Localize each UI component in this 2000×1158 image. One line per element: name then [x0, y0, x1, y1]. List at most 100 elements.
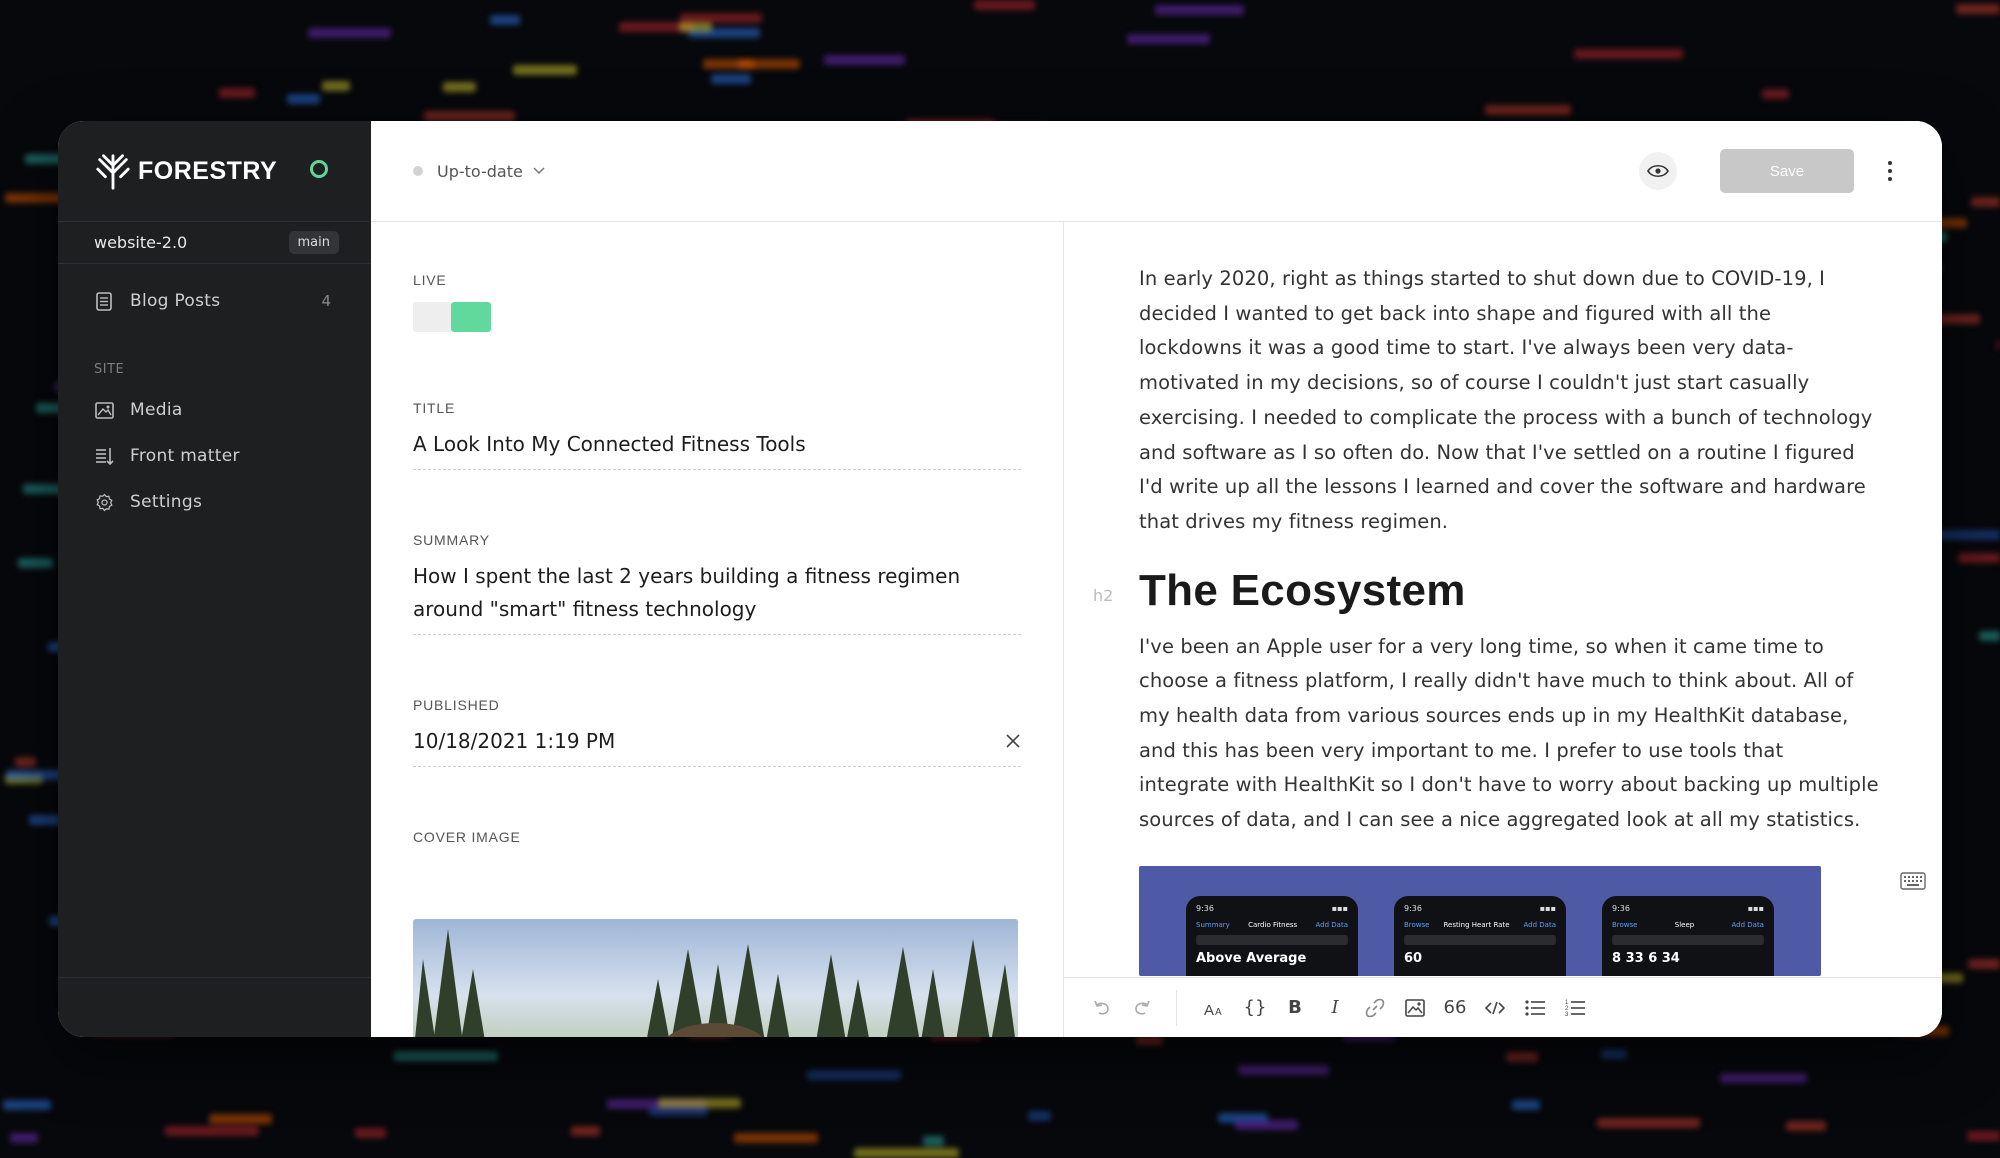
inline-code-icon[interactable]	[1475, 988, 1515, 1028]
code-streak	[974, 0, 1035, 10]
status-dot-icon	[413, 166, 423, 176]
phone-signal: ▪▪▪	[1331, 903, 1348, 913]
phone-time: 9:36	[1612, 903, 1630, 913]
undo-icon[interactable]	[1082, 988, 1122, 1028]
code-streak	[1958, 553, 2000, 563]
title-field[interactable]: A Look Into My Connected Fitness Tools	[413, 428, 1021, 470]
code-streak	[394, 1051, 498, 1061]
sidebar-item-settings[interactable]: Settings	[58, 479, 371, 525]
published-field[interactable]: 10/18/2021 1:19 PM	[413, 725, 1021, 767]
live-toggle[interactable]	[413, 302, 491, 332]
sync-status-icon[interactable]	[310, 160, 328, 178]
link-icon[interactable]	[1355, 988, 1395, 1028]
italic-icon[interactable]: I	[1315, 988, 1355, 1028]
inline-image[interactable]: 9:36 ▪▪▪ Summary Cardio Fitness Add Data Ab…	[1139, 865, 1821, 976]
code-streak	[3, 1100, 51, 1110]
bold-icon[interactable]: B	[1275, 988, 1315, 1028]
more-options-icon[interactable]	[1880, 161, 1900, 181]
code-streak	[711, 74, 751, 84]
code-streak	[18, 558, 53, 568]
code-streak	[355, 1128, 386, 1138]
summary-field[interactable]: How I spent the last 2 years building a …	[413, 560, 1021, 635]
published-label: PUBLISHED	[413, 697, 500, 713]
code-streak	[513, 65, 577, 75]
forestry-logo-icon	[96, 154, 130, 190]
code-streak	[1485, 105, 1571, 115]
document-icon	[94, 291, 114, 311]
content-editor[interactable]: In early 2020, right as things started t…	[1064, 222, 1942, 1037]
code-block-icon[interactable]: {}	[1235, 988, 1275, 1028]
phone-screenshot: 9:36 ▪▪▪ Browse Resting Heart Rate Add Data…	[1394, 895, 1566, 976]
code-streak	[1238, 1065, 1329, 1075]
phone-back-link: Browse	[1404, 920, 1430, 929]
code-streak	[10, 1133, 38, 1143]
code-streak	[443, 82, 476, 92]
repo-selector[interactable]: website-2.0 main	[58, 221, 371, 264]
code-streak	[1762, 89, 1789, 99]
editor-heading[interactable]: The Ecosystem	[1139, 566, 1879, 616]
sidebar-item-front-matter[interactable]: Front matter	[58, 433, 371, 479]
code-streak	[219, 88, 255, 98]
save-button[interactable]: Save	[1720, 149, 1854, 193]
toggle-track	[413, 302, 451, 332]
editor-paragraph[interactable]: I've been an Apple user for a very long …	[1139, 630, 1879, 838]
text-size-icon[interactable]: AA	[1195, 988, 1235, 1028]
toolbar-divider	[1176, 989, 1177, 1026]
code-streak	[308, 28, 391, 38]
phone-screenshot: 9:36 ▪▪▪ Summary Cardio Fitness Add Data Ab…	[1186, 895, 1358, 976]
code-streak	[824, 55, 905, 65]
code-streak	[1934, 530, 2000, 540]
sidebar-item-media[interactable]: Media	[58, 387, 371, 433]
code-streak	[679, 22, 712, 32]
code-streak	[703, 59, 754, 69]
numbered-list-icon[interactable]: 123	[1555, 988, 1595, 1028]
sidebar-item-label: Media	[130, 400, 183, 420]
code-streak	[165, 1126, 259, 1136]
code-streak	[1028, 1111, 1051, 1121]
phone-action: Add Data	[1315, 920, 1349, 929]
code-streak	[490, 15, 520, 25]
heading-block[interactable]: h2 The Ecosystem	[1093, 566, 1879, 616]
code-streak	[734, 1133, 818, 1143]
close-icon[interactable]	[1005, 733, 1021, 749]
code-streak	[923, 1136, 944, 1146]
quote-icon[interactable]: 66	[1435, 988, 1475, 1028]
editor-body[interactable]: In early 2020, right as things started t…	[1093, 262, 1879, 976]
phone-action: Add Data	[1523, 920, 1557, 929]
code-streak	[322, 81, 350, 91]
front-matter-panel: LIVE TITLE A Look Into My Connected Fitn…	[371, 222, 1064, 1037]
content-area: LIVE TITLE A Look Into My Connected Fitn…	[371, 222, 1942, 1037]
svg-text:A: A	[1215, 1007, 1222, 1016]
cover-image[interactable]	[413, 919, 1018, 1037]
document-status-dropdown[interactable]: Up-to-date	[413, 162, 545, 181]
phone-signal: ▪▪▪	[1539, 903, 1556, 913]
sidebar-item-blog-posts[interactable]: Blog Posts 4	[58, 278, 371, 324]
code-streak	[1971, 197, 2000, 207]
code-streak	[1968, 959, 2000, 969]
code-streak	[1574, 49, 1683, 59]
repo-name: website-2.0	[94, 233, 188, 252]
code-streak	[1235, 1120, 1298, 1130]
code-streak	[1967, 1131, 2000, 1141]
bullet-list-icon[interactable]	[1515, 988, 1555, 1028]
svg-text:A: A	[1204, 1002, 1214, 1016]
phone-value: 60	[1404, 950, 1423, 966]
sidebar-item-label: Blog Posts	[130, 291, 221, 311]
code-streak	[1720, 1073, 1807, 1083]
phone-time: 9:36	[1196, 903, 1214, 913]
code-streak	[1127, 34, 1210, 44]
image-icon[interactable]	[1395, 988, 1435, 1028]
phone-segment-control	[1404, 934, 1556, 945]
image-icon	[94, 400, 114, 420]
redo-icon[interactable]	[1122, 988, 1162, 1028]
front-matter-icon	[94, 446, 114, 466]
document-status-label: Up-to-date	[437, 161, 523, 181]
editor-paragraph[interactable]: In early 2020, right as things started t…	[1139, 262, 1879, 540]
keyboard-icon[interactable]	[1900, 872, 1926, 890]
branch-badge[interactable]: main	[288, 231, 339, 254]
sidebar-footer	[58, 977, 371, 1037]
code-streak	[1956, 4, 2000, 14]
phone-title: Resting Heart Rate	[1443, 920, 1510, 929]
preview-button[interactable]	[1639, 152, 1677, 190]
code-streak	[1512, 1100, 1540, 1110]
